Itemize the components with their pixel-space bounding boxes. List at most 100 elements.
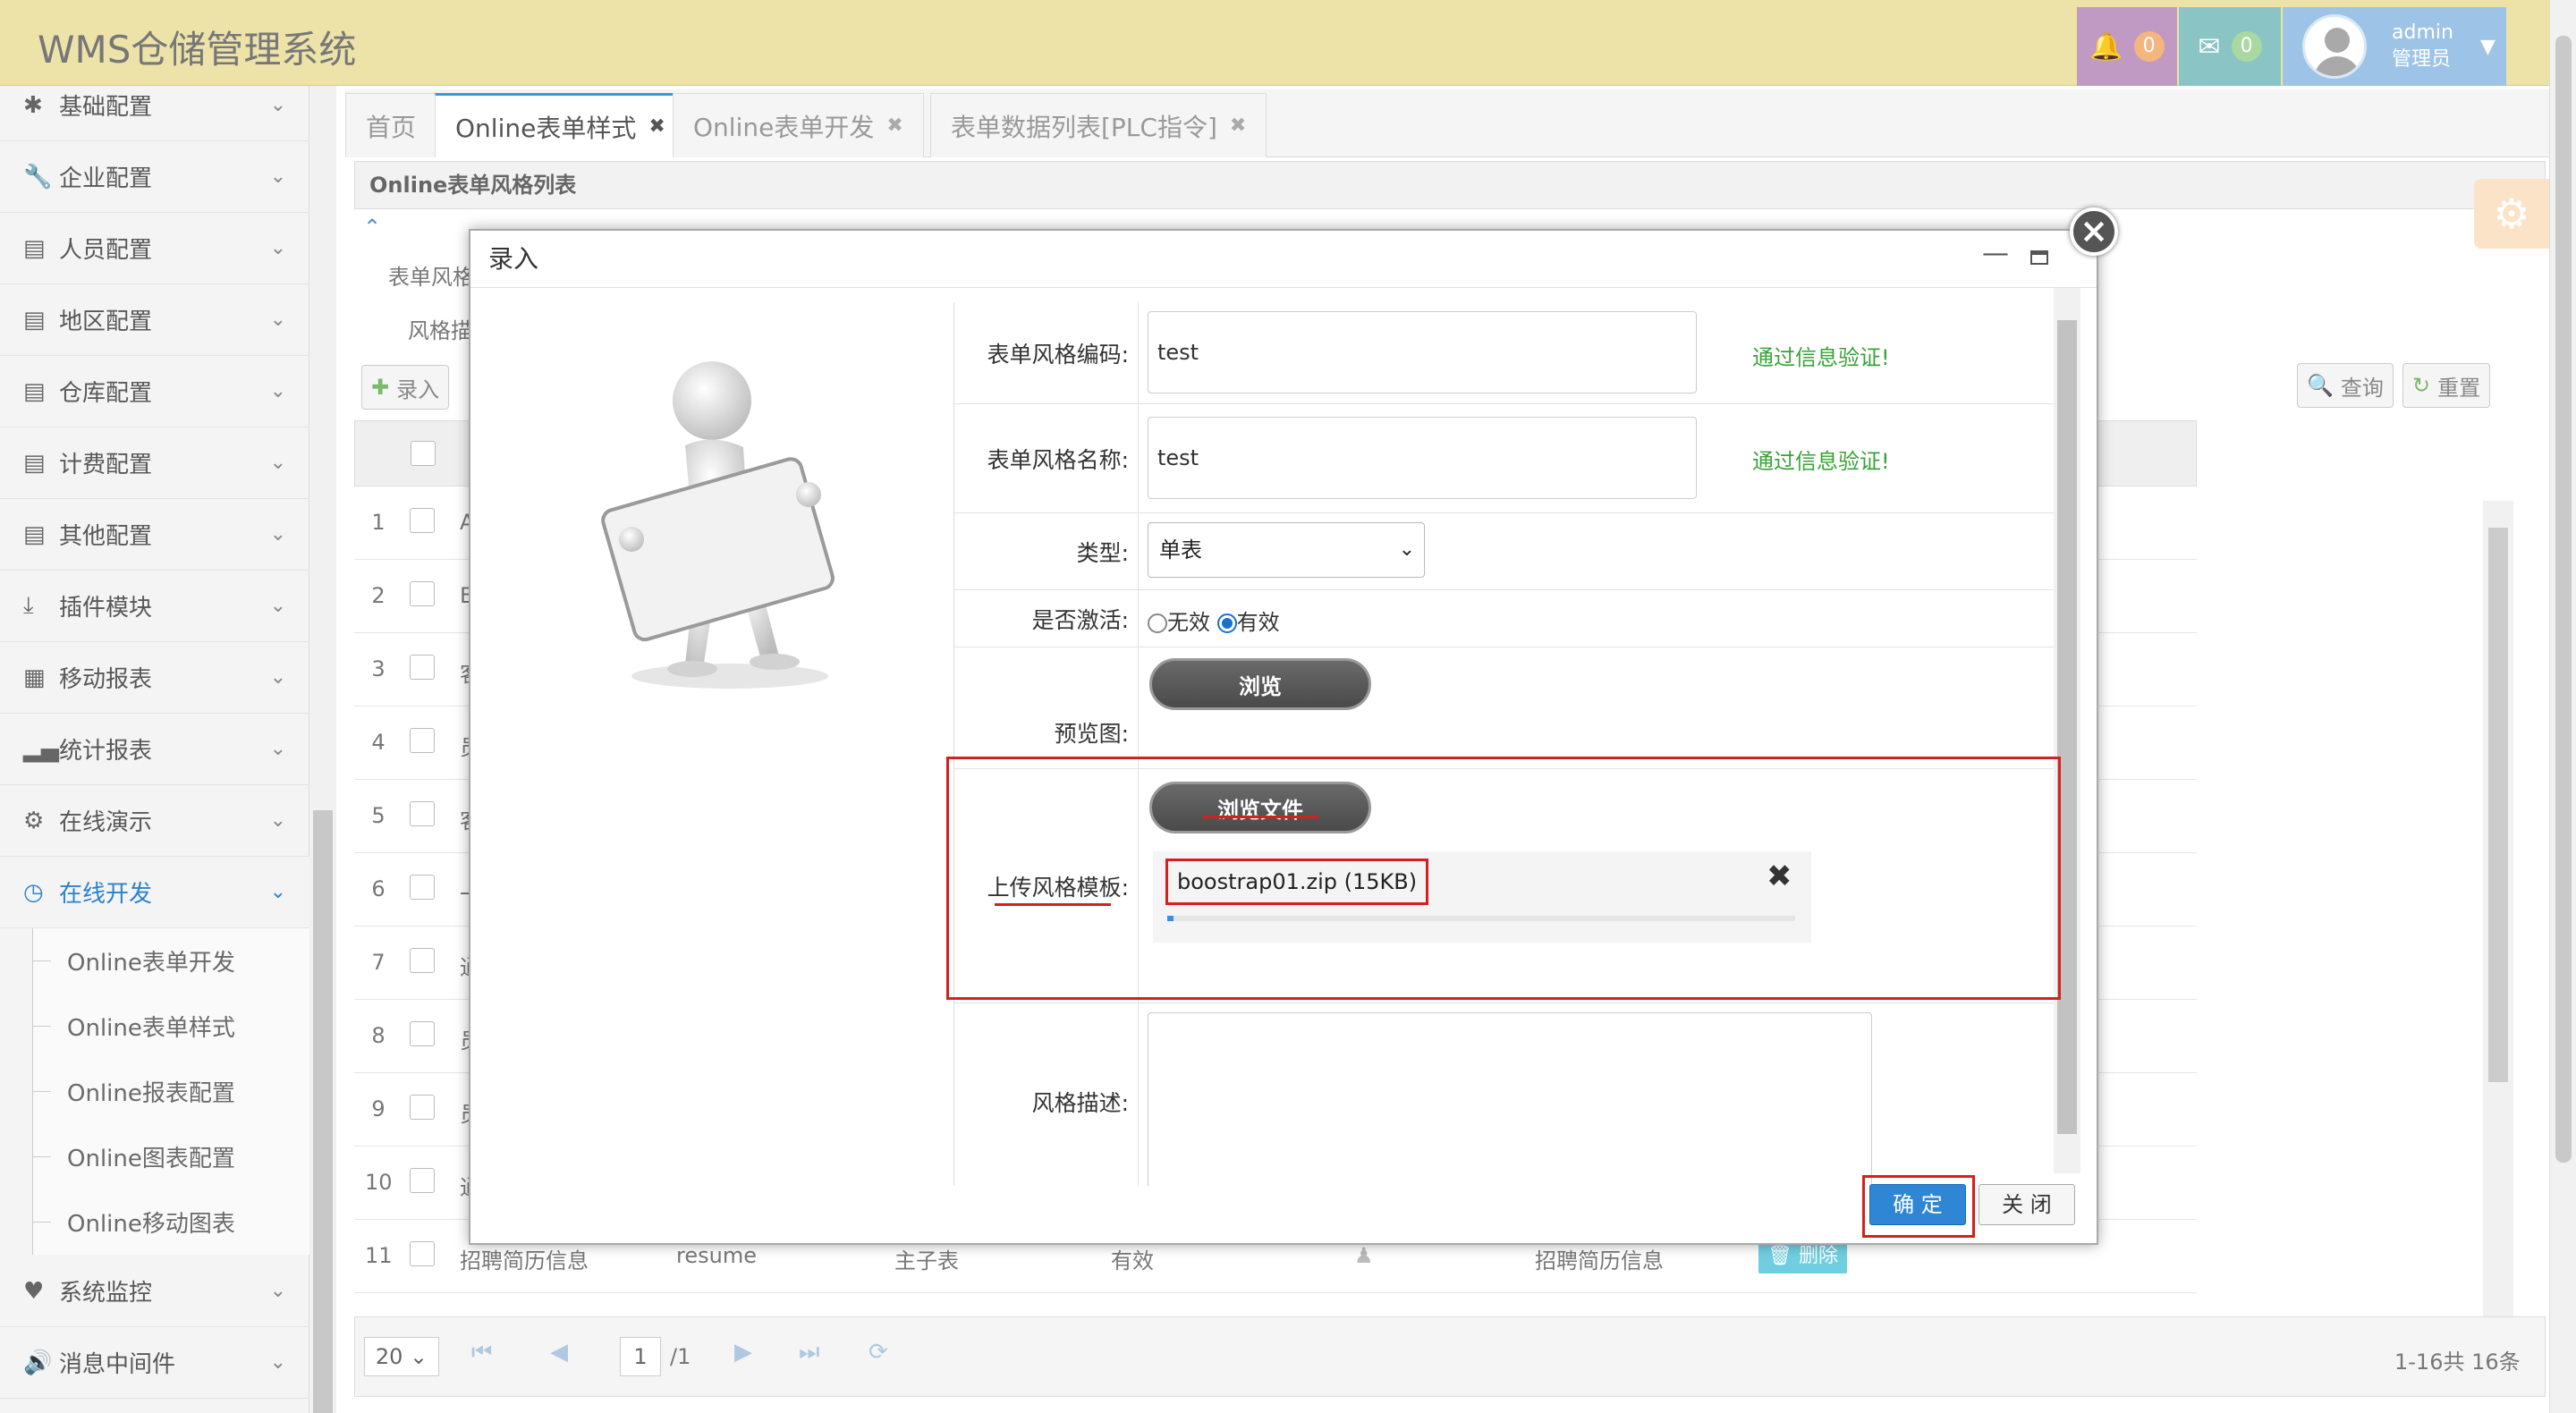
- user-menu[interactable]: admin 管理员 ▼: [2283, 7, 2506, 86]
- close-icon[interactable]: ✖: [1230, 114, 1246, 137]
- row-checkbox[interactable]: [410, 728, 435, 753]
- browse-button[interactable]: 浏览: [1149, 658, 1371, 710]
- tab-label: 首页: [366, 112, 417, 142]
- type-select[interactable]: 单表 ⌄: [1148, 522, 1425, 578]
- tab-online-form-style[interactable]: Online表单样式 ✖: [435, 93, 686, 157]
- sidebar-item-staff-config[interactable]: ▤ 人员配置 ⌄: [0, 213, 309, 284]
- form-row-desc: 风格描述:: [954, 1003, 2060, 1186]
- dialog-close-icon[interactable]: ×: [2070, 207, 2118, 256]
- sidebar-item-online-dev[interactable]: ◷ 在线开发 ⌄: [0, 857, 309, 928]
- page-scrollbar[interactable]: [2549, 0, 2576, 1413]
- sidebar-subitem-online-chart-config[interactable]: Online图表配置: [32, 1124, 309, 1189]
- row-checkbox[interactable]: [410, 655, 435, 680]
- sidebar-subitem-online-form-style[interactable]: Online表单样式: [32, 994, 309, 1059]
- total-pages: /1: [670, 1344, 691, 1369]
- entry-dialog: 录入 — 表单风格编码: 通过信息验证! 表单风格名称: 通过信息验证!: [469, 229, 2098, 1245]
- row-number: 1: [371, 510, 386, 535]
- scrollbar-thumb[interactable]: [2488, 528, 2508, 1082]
- trash-icon: 🗑: [1767, 1245, 1792, 1267]
- tab-bar: 首页 Online表单样式 ✖ Online表单开发 ✖ 表单数据列表[PLC指令]…: [345, 89, 2549, 157]
- close-icon[interactable]: ✖: [886, 114, 902, 137]
- last-page-icon[interactable]: ⏭: [799, 1339, 819, 1366]
- sidebar-item-stat-reports[interactable]: ▂▄ 统计报表 ⌄: [0, 714, 309, 785]
- reset-button[interactable]: ↻ 重置: [2402, 363, 2491, 408]
- notifications-button[interactable]: 🔔 0: [2077, 7, 2177, 86]
- grid-scrollbar[interactable]: [2483, 501, 2513, 1341]
- row-checkbox[interactable]: [410, 875, 435, 900]
- row-checkbox[interactable]: [410, 801, 435, 826]
- prev-page-icon[interactable]: ◀: [550, 1339, 568, 1366]
- row-number: 7: [371, 950, 386, 975]
- select-all-checkbox[interactable]: [411, 441, 436, 466]
- query-button[interactable]: 🔍 查询: [2297, 363, 2394, 408]
- sidebar-subitem-online-form-dev[interactable]: Online表单开发: [32, 928, 309, 994]
- row-checkbox[interactable]: [410, 1095, 435, 1120]
- row-checkbox[interactable]: [410, 1021, 435, 1046]
- code-input[interactable]: [1148, 311, 1697, 393]
- row-checkbox[interactable]: [410, 1168, 435, 1193]
- sidebar-item-region-config[interactable]: ▤ 地区配置 ⌄: [0, 284, 309, 356]
- maximize-icon[interactable]: [2030, 250, 2048, 265]
- tab-plc-data-list[interactable]: 表单数据列表[PLC指令] ✖: [930, 93, 1267, 157]
- sidebar-item-plugins[interactable]: ⤓ 插件模块 ⌄: [0, 571, 309, 642]
- sidebar-subitem-online-report-config[interactable]: Online报表配置: [32, 1059, 309, 1124]
- scrollbar-thumb[interactable]: [2057, 320, 2077, 1134]
- form-scrollbar[interactable]: [2054, 288, 2080, 1173]
- sidebar-scrollbar[interactable]: [309, 86, 336, 1413]
- minimize-icon[interactable]: —: [1982, 238, 2009, 269]
- page-input[interactable]: 1: [620, 1337, 661, 1376]
- tab-home[interactable]: 首页: [345, 93, 437, 157]
- row-number: 5: [371, 803, 386, 828]
- next-page-icon[interactable]: ▶: [734, 1339, 752, 1366]
- sidebar-item-label: 消息中间件: [59, 1351, 176, 1378]
- refresh-icon[interactable]: ⟳: [869, 1339, 888, 1366]
- refresh-icon: ↻: [2412, 373, 2431, 398]
- chevron-down-icon: ⌄: [269, 666, 286, 689]
- sidebar-item-online-demo[interactable]: ⚙ 在线演示 ⌄: [0, 785, 309, 857]
- sidebar-item-other-config[interactable]: ▤ 其他配置 ⌄: [0, 499, 309, 571]
- sidebar-item-warehouse-config[interactable]: ▤ 仓库配置 ⌄: [0, 356, 309, 427]
- chevron-down-icon: ⌄: [269, 165, 286, 188]
- avatar: [2302, 14, 2367, 79]
- page-size-select[interactable]: 20 ⌄: [364, 1337, 439, 1376]
- type-label: 类型:: [954, 513, 1139, 589]
- row-cell-type: 主子表: [894, 1248, 959, 1273]
- name-input[interactable]: [1148, 417, 1697, 499]
- sidebar-item-enterprise-config[interactable]: 🔧 企业配置 ⌄: [0, 141, 309, 213]
- radio-inactive[interactable]: [1148, 613, 1167, 633]
- sidebar-item-label: 在线开发: [59, 881, 153, 908]
- tab-online-form-dev[interactable]: Online表单开发 ✖: [673, 93, 924, 157]
- scrollbar-thumb[interactable]: [313, 810, 333, 1413]
- sidebar-item-system-monitor[interactable]: ♥ 系统监控 ⌄: [0, 1256, 309, 1327]
- user-info: admin 管理员: [2392, 20, 2453, 73]
- form-row-active: 是否激活: 无效 有效: [954, 590, 2060, 647]
- collapse-up-icon[interactable]: ⌃: [363, 215, 381, 240]
- sidebar-subitem-online-mobile-chart[interactable]: Online移动图表: [32, 1189, 309, 1255]
- settings-gear-icon[interactable]: ⚙: [2474, 179, 2549, 249]
- close-button[interactable]: 关 闭: [1979, 1184, 2075, 1225]
- row-checkbox[interactable]: [410, 1241, 435, 1266]
- sidebar-item-billing-config[interactable]: ▤ 计费配置 ⌄: [0, 427, 309, 499]
- messages-button[interactable]: ✉ 0: [2179, 7, 2281, 86]
- close-icon[interactable]: ✖: [648, 115, 665, 138]
- row-number: 9: [371, 1096, 386, 1121]
- signal-icon: ▂▄: [23, 735, 59, 763]
- row-checkbox[interactable]: [410, 581, 435, 606]
- row-number: 11: [365, 1243, 393, 1268]
- chevron-down-icon: ⌄: [269, 738, 286, 760]
- row-checkbox[interactable]: [410, 508, 435, 533]
- row-cell-desc: 招聘简历信息: [1535, 1248, 1664, 1273]
- desc-textarea[interactable]: [1148, 1012, 1872, 1186]
- sidebar-item-label: 系统监控: [59, 1280, 153, 1307]
- scrollbar-thumb[interactable]: [2555, 36, 2572, 1163]
- sidebar-item-mobile-reports[interactable]: ▦ 移动报表 ⌄: [0, 642, 309, 714]
- radio-active[interactable]: [1216, 613, 1237, 633]
- sidebar-item-message-middleware[interactable]: 🔊 消息中间件 ⌄: [0, 1327, 309, 1399]
- row-number: 2: [371, 583, 386, 608]
- first-page-icon[interactable]: ⏮: [471, 1339, 492, 1366]
- upload-label-underline: [995, 903, 1111, 906]
- add-button[interactable]: ✚ 录入: [361, 365, 450, 410]
- ok-button[interactable]: 确 定: [1869, 1184, 1966, 1225]
- sidebar-item-basic-config[interactable]: ✱ 基础配置 ⌄: [0, 70, 309, 141]
- row-checkbox[interactable]: [410, 948, 435, 973]
